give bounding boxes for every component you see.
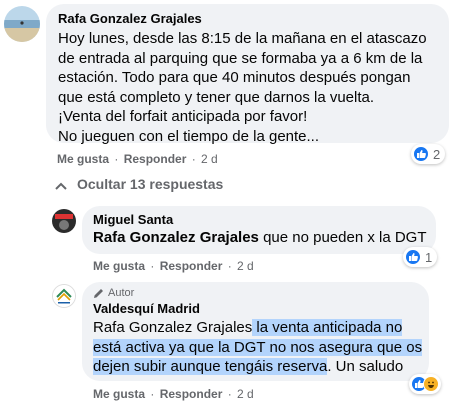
avatar-valdesqui[interactable] [52, 284, 76, 308]
chevron-up-icon [55, 177, 67, 193]
reply-button[interactable]: Responder [124, 152, 187, 166]
reply-body: . Un saludo [327, 358, 404, 375]
reaction-count: 1 [425, 249, 433, 265]
reply-actions: Me gusta · Responder · 2 d [93, 387, 254, 401]
pencil-icon [93, 288, 104, 299]
reply-body: que no pueden x la DGT [258, 229, 427, 246]
reply-text: Rafa Gonzalez Grajales la venta anticipa… [93, 318, 423, 377]
author-badge-label: Autor [108, 287, 135, 299]
reaction-count: 2 [433, 146, 441, 162]
timestamp[interactable]: 2 d [237, 259, 254, 273]
reply-bubble: Miguel Santa Rafa Gonzalez Grajales que … [82, 206, 436, 254]
reply-text: Rafa Gonzalez Grajales que no pueden x l… [93, 228, 427, 248]
reply-actions: Me gusta · Responder · 2 d [93, 259, 254, 273]
like-button[interactable]: Me gusta [57, 152, 109, 166]
timestamp[interactable]: 2 d [201, 152, 218, 166]
reply-button[interactable]: Responder [160, 387, 223, 401]
reply-author[interactable]: Miguel Santa [93, 212, 425, 227]
highlighted-text: está activa ya que la DGT no nos asegura… [93, 338, 423, 356]
comment-line: que está completo y tener que darnos la … [58, 88, 375, 106]
avatar-rafa[interactable] [4, 6, 40, 42]
author-badge: Autor [93, 287, 418, 299]
comment-author[interactable]: Rafa Gonzalez Grajales [58, 11, 437, 26]
reply-bubble: Autor Valdesquí Madrid Rafa Gonzalez Gra… [82, 282, 429, 381]
like-reaction-icon [413, 146, 429, 162]
like-button[interactable]: Me gusta [93, 387, 145, 401]
haha-reaction-icon [423, 376, 439, 392]
reply-author[interactable]: Valdesquí Madrid [93, 301, 418, 316]
hide-replies-toggle[interactable]: Ocultar 13 respuestas [55, 176, 223, 193]
comment-bubble: Rafa Gonzalez Grajales Hoy lunes, desde … [46, 4, 449, 146]
mention-link[interactable]: Rafa Gonzalez Grajales [93, 319, 252, 336]
like-reaction-icon [405, 249, 421, 265]
mention-link[interactable]: Rafa Gonzalez Grajales [93, 229, 259, 246]
reply-button[interactable]: Responder [160, 259, 223, 273]
comment-text: Hoy lunes, desde las 8:15 de la mañana e… [58, 29, 437, 146]
avatar-miguel[interactable] [52, 209, 76, 233]
reply-line: está activa ya que la DGT no nos asegura… [93, 338, 423, 358]
comment-line: No jueguen con el tiempo de la gente... [58, 127, 320, 145]
comment-actions: Me gusta · Responder · 2 d [57, 152, 218, 166]
comment-line: ¡Venta del forfait anticipada por favor! [58, 108, 308, 125]
highlighted-text: la venta anticipada no [252, 319, 403, 336]
hide-replies-label: Ocultar 13 respuestas [77, 176, 224, 192]
comment-line: de entrada al parquing que se formaba ya… [58, 49, 423, 67]
comment-line: Hoy lunes, desde las 8:15 de la mañana e… [58, 30, 427, 47]
like-button[interactable]: Me gusta [93, 259, 145, 273]
comment-line: estación. Todo para que 40 minutos despu… [58, 69, 411, 86]
timestamp[interactable]: 2 d [237, 387, 254, 401]
reply-line: dejen subir aunque tengáis reserva. Un s… [93, 357, 418, 377]
reaction-summary[interactable]: 2 [411, 144, 446, 164]
reaction-summary[interactable] [409, 374, 441, 394]
highlighted-text: dejen subir aunque tengáis reserva [93, 358, 328, 375]
reaction-summary[interactable]: 1 [403, 247, 438, 267]
reply-line: Rafa Gonzalez Grajales la venta anticipa… [93, 318, 418, 338]
